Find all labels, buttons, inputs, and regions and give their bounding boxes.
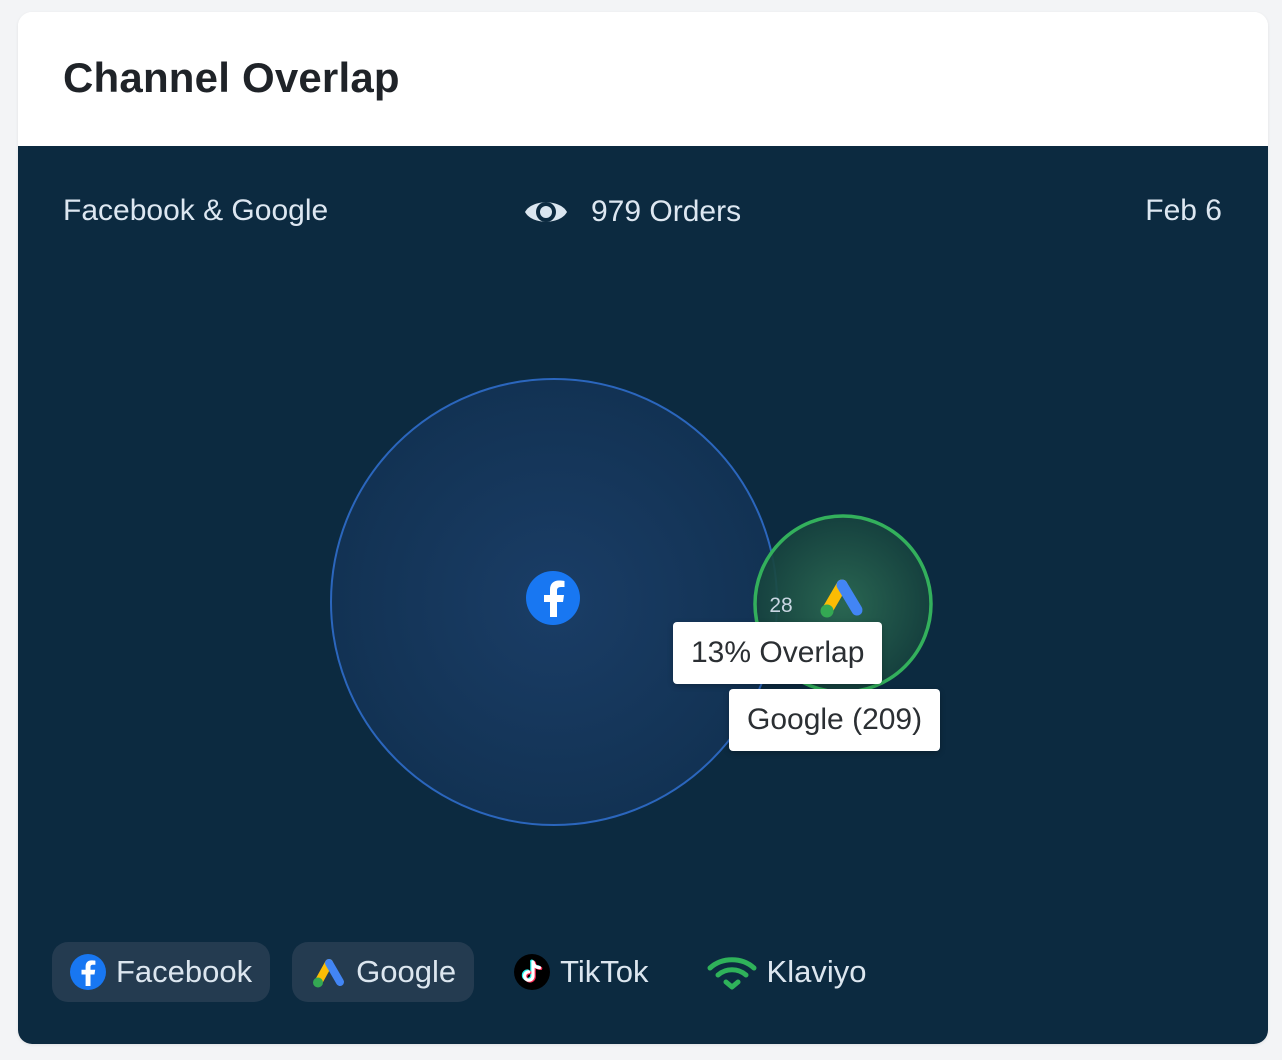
legend-label: Facebook [116,954,253,989]
legend-label: Google [356,954,457,989]
legend-label: Klaviyo [766,954,867,989]
legend-item-facebook[interactable]: Facebook [52,942,271,1002]
google-tooltip: Google (209) [729,689,941,751]
venn-diagram: 28 [330,378,933,826]
channel-legend: Facebook Google TikTok Klaviyo [52,942,906,1002]
google-ads-icon [313,959,345,988]
overlap-count-label: 28 [769,594,792,617]
legend-item-klaviyo[interactable]: Klaviyo [689,942,885,1002]
facebook-icon [526,571,580,625]
card-header: Channel Overlap [18,12,1268,146]
overlap-tooltip: 13% Overlap [673,622,883,684]
legend-item-google[interactable]: Google [292,942,475,1002]
legend-label: TikTok [560,954,649,989]
legend-item-tiktok[interactable]: TikTok [496,942,666,1002]
klaviyo-icon [707,957,757,990]
card-title: Channel Overlap [63,54,400,101]
channel-overlap-card: Channel Overlap Facebook & Google 979 Or… [18,12,1268,1044]
overlap-panel: Facebook & Google 979 Orders Feb 6 28 13… [18,146,1268,1044]
tiktok-icon [514,954,551,990]
facebook-icon [70,954,106,990]
